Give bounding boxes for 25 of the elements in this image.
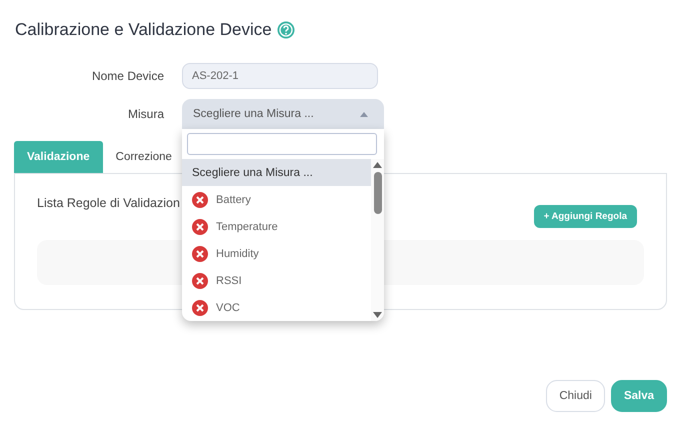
dropdown-option[interactable]: Scegliere una Misura ... (182, 159, 371, 186)
page-title: Calibrazione e Validazione Device (15, 20, 272, 40)
error-icon (192, 272, 208, 288)
dropdown-option[interactable]: Humidity (182, 240, 371, 267)
error-icon (192, 300, 208, 316)
scroll-down-icon[interactable] (373, 312, 382, 318)
search-field[interactable] (187, 133, 377, 155)
error-icon (192, 246, 208, 262)
dropdown-option[interactable]: Battery (182, 186, 371, 213)
scrollbar-thumb[interactable] (374, 172, 382, 214)
dropdown-option[interactable]: VOC (182, 294, 371, 321)
error-icon (192, 192, 208, 208)
tab[interactable]: Correzione (102, 141, 185, 173)
field-label: Nome Device (90, 69, 164, 83)
device-name-field[interactable]: AS-202-1 (182, 63, 378, 89)
measure-select[interactable]: Scegliere una Misura ... (182, 99, 384, 129)
field-label: Misura (126, 107, 164, 121)
help-icon[interactable] (276, 21, 295, 39)
panel-heading: Lista Regole di Validazion (37, 196, 180, 210)
close-button[interactable]: Chiudi (546, 380, 605, 412)
caret-icon (360, 112, 368, 116)
scroll-up-icon[interactable] (373, 162, 382, 168)
dropdown-option[interactable]: Temperature (182, 213, 371, 240)
error-icon (192, 218, 208, 234)
dropdown-option[interactable]: RSSI (182, 267, 371, 294)
